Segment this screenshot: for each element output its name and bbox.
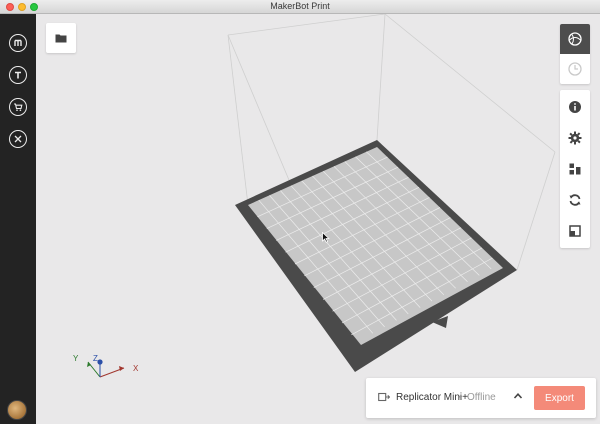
sidebar: [0, 14, 36, 424]
user-avatar[interactable]: [7, 400, 27, 420]
arrange-icon: [569, 163, 581, 175]
title-bar: MakerBot Print: [0, 0, 600, 14]
thingiverse-t-icon[interactable]: [9, 66, 27, 84]
cart-icon[interactable]: [9, 98, 27, 116]
scale-button[interactable]: [560, 216, 590, 246]
build-plate: [248, 147, 503, 345]
rotate-button[interactable]: [560, 185, 590, 215]
globe-view-icon: [568, 32, 582, 46]
globe-view-button[interactable]: [560, 24, 590, 54]
printer-status: Offline: [467, 392, 496, 403]
scale-icon: [569, 225, 581, 237]
info-icon: [569, 101, 581, 113]
y-axis-label: Y: [73, 354, 79, 363]
print-time-icon: [568, 62, 582, 76]
window-title: MakerBot Print: [270, 1, 330, 11]
open-file-button[interactable]: [46, 23, 76, 53]
info-button[interactable]: [560, 92, 590, 122]
arrange-button[interactable]: [560, 154, 590, 184]
rotate-icon: [569, 194, 581, 206]
settings-gear-icon: [568, 131, 582, 145]
export-button[interactable]: Export: [534, 386, 585, 410]
tools-icon[interactable]: [9, 130, 27, 148]
makerbot-m-icon[interactable]: [9, 34, 27, 52]
chevron-up-icon[interactable]: [513, 391, 523, 401]
printer-status-separator: •: [459, 392, 463, 403]
mouse-cursor-icon: [322, 232, 330, 243]
tools-group: [560, 90, 590, 248]
settings-button[interactable]: [560, 123, 590, 153]
folder-icon: [55, 34, 67, 43]
print-time-button[interactable]: [560, 54, 590, 84]
printer-bar: Replicator Mini+ • Offline Export: [366, 378, 596, 418]
view-mode-group: [560, 24, 590, 84]
printer-connection-icon: [378, 392, 390, 402]
x-axis-label: X: [133, 364, 139, 373]
build-viewport[interactable]: [36, 14, 600, 424]
printer-name[interactable]: Replicator Mini+: [396, 392, 468, 403]
z-axis-label: Z: [93, 354, 98, 363]
